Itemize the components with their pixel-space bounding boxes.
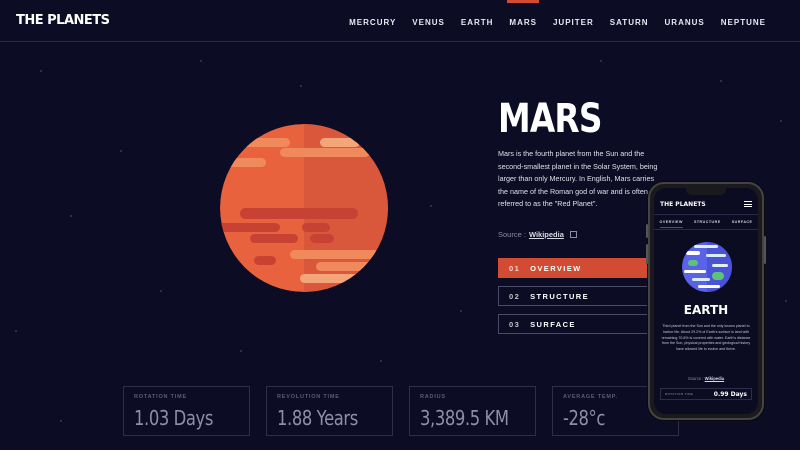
stat-label: RADIUS (420, 394, 446, 400)
earth-planet-illustration (682, 242, 732, 292)
phone-divider (654, 229, 758, 230)
nav-item-neptune[interactable]: NEPTUNE (713, 0, 774, 42)
main-nav: MERCURY VENUS EARTH MARS JUPITER SATURN … (341, 0, 774, 42)
stat-value: -28°c (563, 406, 605, 430)
stat-label: REVOLUTION TIME (277, 394, 340, 400)
stat-value: 1.03 Days (134, 406, 213, 430)
stat-label: ROTATION TIME (134, 394, 187, 400)
phone-tab-surface: SURFACE (731, 220, 753, 224)
phone-screen: THE PLANETS OVERVIEW STRUCTURE SURFACE E… (654, 188, 758, 414)
phone-side-button (646, 224, 648, 238)
phone-stat-rotation-time: ROTATION TIME 0.99 Days (660, 388, 752, 400)
phone-planet-title: EARTH (683, 303, 729, 317)
nav-item-jupiter[interactable]: JUPITER (545, 0, 602, 42)
phone-planet-description: Third planet from the Sun and the only k… (661, 324, 751, 351)
stat-revolution-time: REVOLUTION TIME 1.88 Years (266, 386, 393, 436)
tab-number: 01 (509, 263, 521, 273)
source-line: Source : Wikipedia (498, 230, 577, 239)
stat-rotation-time: ROTATION TIME 1.03 Days (123, 386, 250, 436)
tab-label: STRUCTURE (530, 291, 590, 301)
external-link-icon[interactable] (569, 231, 577, 238)
phone-side-button (764, 236, 766, 264)
phone-tabs: OVERVIEW STRUCTURE SURFACE (654, 220, 758, 228)
nav-item-uranus[interactable]: URANUS (657, 0, 713, 42)
phone-divider (654, 214, 758, 215)
tab-surface[interactable]: 03 SURFACE (498, 314, 663, 334)
nav-item-mercury[interactable]: MERCURY (341, 0, 404, 42)
hamburger-menu-icon (744, 201, 752, 207)
phone-stat-label: ROTATION TIME (665, 392, 694, 396)
tab-structure[interactable]: 02 STRUCTURE (498, 286, 663, 306)
stat-value: 3,389.5 KM (420, 406, 509, 430)
wikipedia-link[interactable]: Wikipedia (529, 230, 564, 239)
planet-description: Mars is the fourth planet from the Sun a… (498, 149, 658, 209)
stat-value: 1.88 Years (277, 406, 358, 430)
phone-stat-value: 0.99 Days (713, 390, 747, 398)
phone-tab-overview: OVERVIEW (659, 220, 683, 228)
phone-source-label: Source : (687, 376, 704, 381)
phone-logo: THE PLANETS (660, 201, 706, 208)
planet-title: MARS (498, 96, 602, 142)
site-header: THE PLANETS MERCURY VENUS EARTH MARS JUP… (0, 0, 800, 42)
tab-label: SURFACE (530, 319, 576, 329)
phone-wikipedia-link: Wikipedia (704, 376, 725, 381)
planet-view-tabs: 01 OVERVIEW 02 STRUCTURE 03 SURFACE (498, 258, 663, 342)
tab-label: OVERVIEW (530, 263, 582, 273)
nav-item-earth[interactable]: EARTH (453, 0, 502, 42)
nav-item-saturn[interactable]: SATURN (602, 0, 657, 42)
tab-overview[interactable]: 01 OVERVIEW (498, 258, 663, 278)
phone-notch (686, 188, 726, 195)
planet-stats: ROTATION TIME 1.03 Days REVOLUTION TIME … (123, 386, 679, 436)
stat-radius: RADIUS 3,389.5 KM (409, 386, 536, 436)
nav-item-mars[interactable]: MARS (501, 0, 545, 42)
phone-source-line: Source : Wikipedia (654, 376, 758, 381)
source-label: Source : (498, 230, 526, 239)
phone-mockup: THE PLANETS OVERVIEW STRUCTURE SURFACE E… (646, 182, 766, 420)
tab-number: 02 (509, 291, 521, 301)
mars-planet-illustration (220, 124, 388, 292)
tab-number: 03 (509, 319, 521, 329)
phone-side-button (646, 244, 648, 264)
site-logo[interactable]: THE PLANETS (16, 13, 110, 28)
nav-item-venus[interactable]: VENUS (404, 0, 453, 42)
phone-tab-structure: STRUCTURE (693, 220, 721, 224)
